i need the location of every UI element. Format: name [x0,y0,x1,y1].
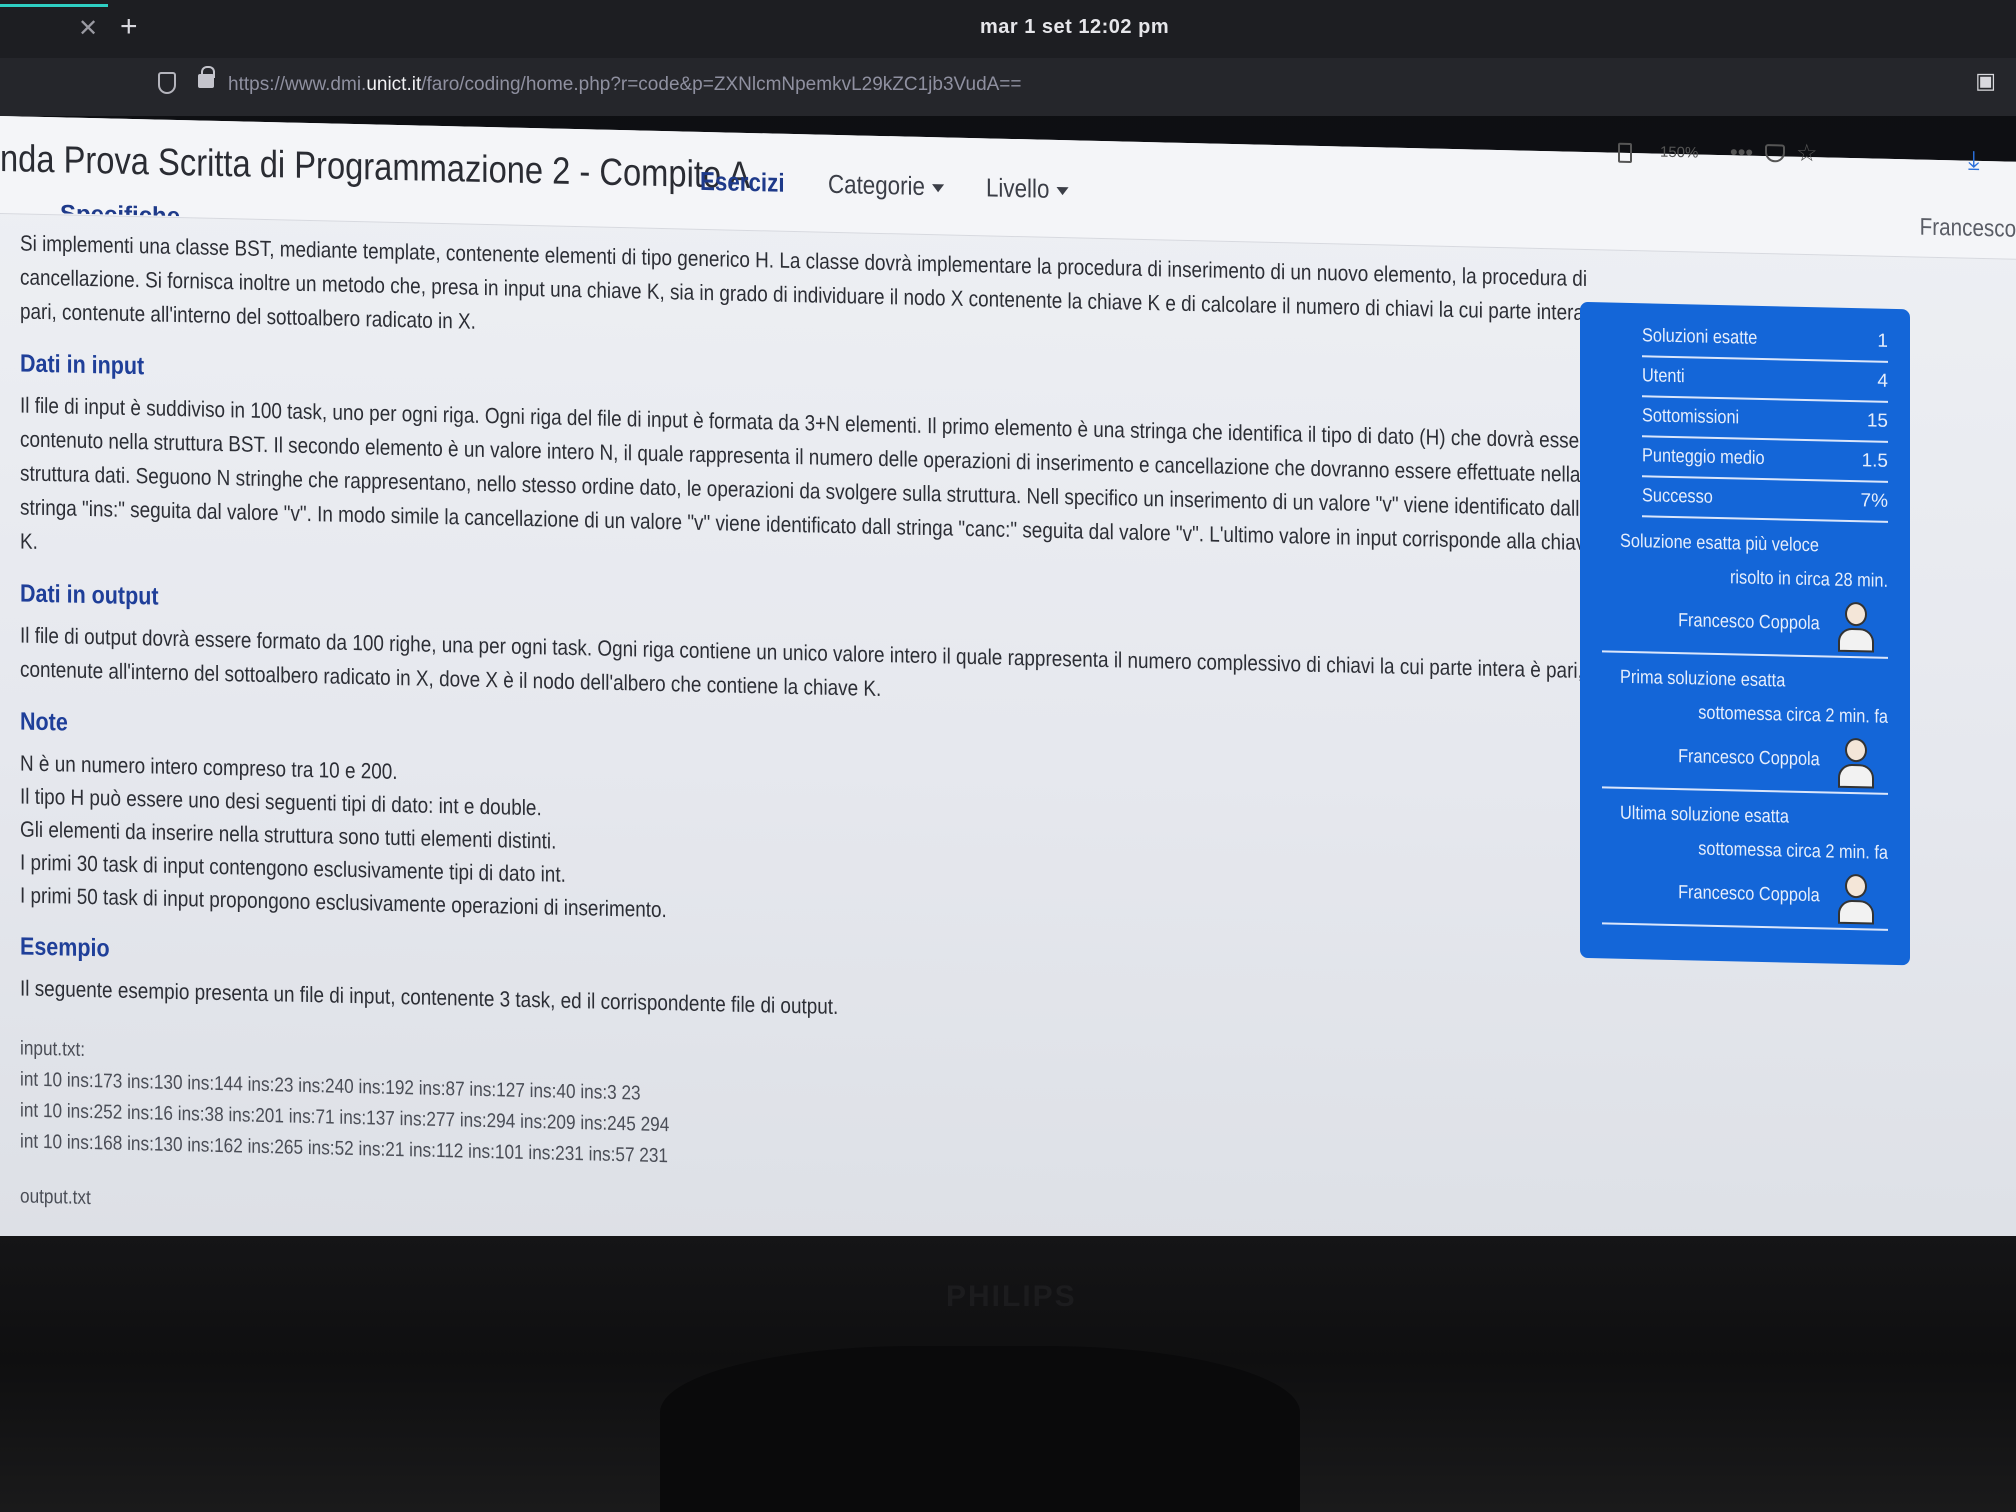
stat-row: Successo 7% [1642,477,1888,523]
fastest-solution-block: Soluzione esatta più veloce risolto in c… [1602,530,1888,659]
stat-row: Punteggio medio 1.5 [1642,437,1888,483]
lock-icon[interactable] [198,66,215,88]
stat-row: Sottomissioni 15 [1642,397,1888,443]
page-title: nda Prova Scritta di Programmazione 2 - … [0,138,751,198]
first-solution-block: Prima soluzione esatta sottomessa circa … [1602,666,1888,795]
stats-sidebar: Soluzioni esatte 1 Utenti 4 Sottomissioni 1… [1580,301,1910,966]
section-heading-specifiche: Specifiche [60,200,181,217]
url-text[interactable]: https://www.dmi.unict.it/faro/coding/hom… [228,74,1022,96]
last-label: Ultima soluzione esatta [1620,802,1789,828]
chevron-down-icon [1056,187,1069,196]
example-code: input.txt: int 10 ins:173 ins:130 ins:14… [20,1033,1610,1248]
input-paragraph: Il file di input è suddiviso in 100 task… [20,392,1596,556]
active-tab-indicator [0,4,108,7]
avatar [1836,736,1876,791]
nav-esercizi[interactable]: Esercizi [700,166,785,199]
first-label: Prima soluzione esatta [1620,666,1786,692]
user-name[interactable]: Francesco [1920,214,2016,244]
fastest-user[interactable]: Francesco Coppola [1602,594,1888,659]
monitor-stand [660,1346,1300,1512]
reader-view-icon[interactable] [1618,142,1632,164]
system-clock: mar 1 set 12:02 pm [980,16,1170,38]
system-topbar: ✕ + mar 1 set 12:02 pm [0,0,2016,58]
stat-row: Soluzioni esatte 1 [1642,317,1888,363]
fastest-time: risolto in circa 28 min. [1729,567,1888,592]
notes-list: N è un numero intero compreso tra 10 e 2… [20,746,1610,947]
extensions-icon[interactable]: ▣ [1975,68,1996,94]
pocket-icon[interactable] [1765,144,1785,163]
close-tab-icon[interactable]: ✕ [78,14,98,43]
zoom-level[interactable]: 150% [1660,144,1698,162]
first-user[interactable]: Francesco Coppola [1602,730,1888,795]
chevron-down-icon [931,184,944,193]
intro-paragraph: Si implementi una classe BST, mediante t… [20,230,1600,334]
output-file-label: output.txt [20,1185,91,1210]
avatar [1836,600,1876,655]
last-time: sottomessa circa 2 min. fa [1698,838,1888,864]
problem-content: Specifiche Si implementi una classe BST,… [20,200,1610,1248]
download-icon[interactable]: ⤓ [1968,145,1980,177]
first-time: sottomessa circa 2 min. fa [1698,702,1888,728]
monitor-bezel: PHILIPS [0,1236,2016,1512]
web-page: 150% ••• ☆ ⤓ nda Prova Scritta di Progra… [0,116,2016,1282]
monitor-photo: ✕ + mar 1 set 12:02 pm https://www.dmi.u… [0,0,2016,1512]
new-tab-icon[interactable]: + [120,10,138,44]
fastest-label: Soluzione esatta più veloce [1620,530,1819,557]
monitor-brand-logo: PHILIPS [946,1280,1077,1313]
bookmark-star-icon[interactable]: ☆ [1796,139,1818,168]
tracking-shield-icon[interactable] [158,72,176,94]
stat-row: Utenti 4 [1642,357,1888,403]
nav-livello[interactable]: Livello [986,172,1069,205]
last-user[interactable]: Francesco Coppola [1602,866,1888,931]
nav-categorie[interactable]: Categorie [828,169,944,203]
avatar [1836,872,1876,927]
address-bar[interactable]: https://www.dmi.unict.it/faro/coding/hom… [0,58,2016,116]
more-actions-icon[interactable]: ••• [1730,139,1753,166]
last-solution-block: Ultima soluzione esatta sottomessa circa… [1602,802,1888,931]
